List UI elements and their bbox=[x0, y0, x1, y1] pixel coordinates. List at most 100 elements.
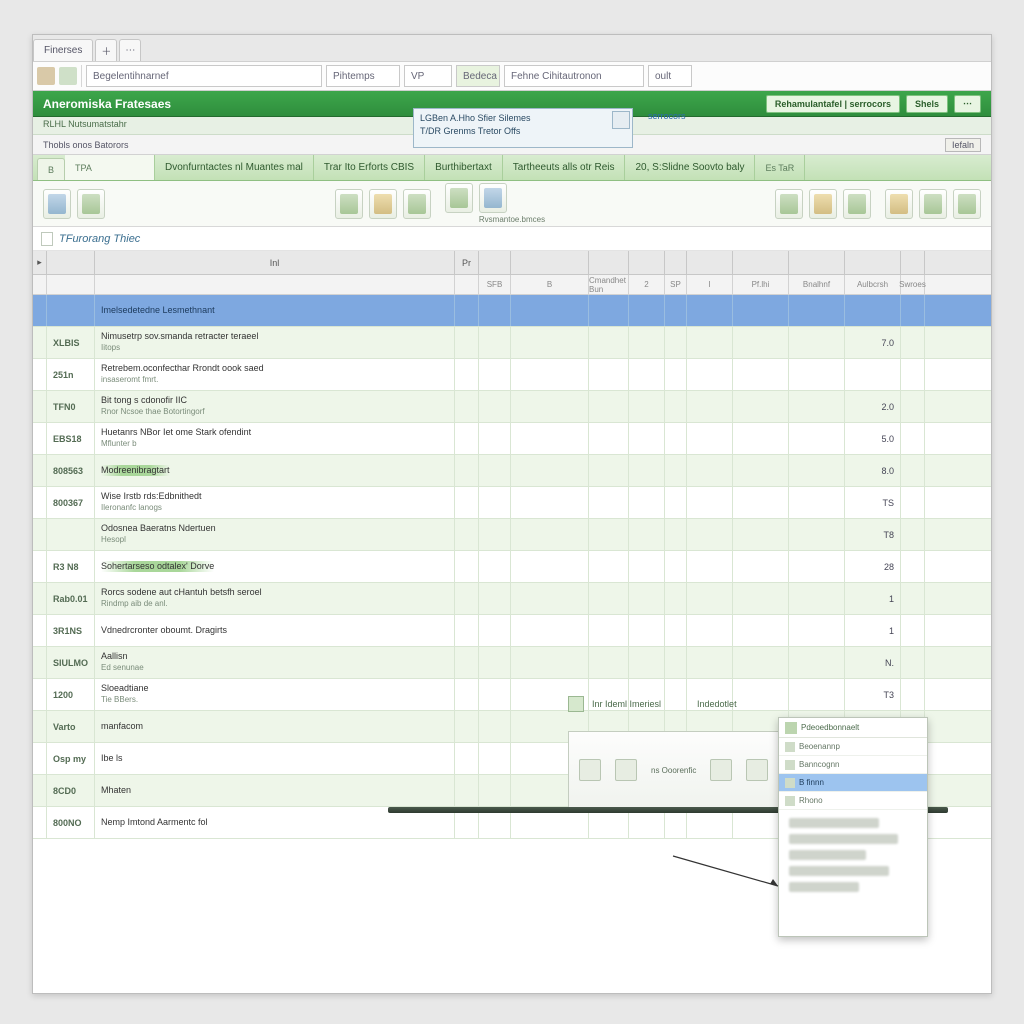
popup-top-bar: Inr Ideml Imeriesl Indedotlet bbox=[568, 691, 928, 717]
navtab-5[interactable]: 20, S:Slidne Soovto baly bbox=[625, 155, 755, 180]
row-expand-icon[interactable] bbox=[33, 775, 47, 806]
nav-icon-1[interactable] bbox=[37, 67, 55, 85]
row-expand-icon[interactable] bbox=[33, 391, 47, 422]
row-desc: Bit tong s cdonofir IICRnor Ncsoe thae B… bbox=[95, 391, 455, 422]
callout-icon[interactable] bbox=[612, 111, 630, 129]
nav-icon-2[interactable] bbox=[59, 67, 77, 85]
info-callout: LGBen A.Hho Sfier Silemes T/DR Grenms Tr… bbox=[413, 108, 633, 148]
navtab-1[interactable]: Dvonfurntactes nl Muantes mal bbox=[155, 155, 314, 180]
callout-link[interactable]: serrocors bbox=[648, 111, 686, 121]
ribbon-export-icon[interactable] bbox=[885, 189, 913, 219]
table-row[interactable]: SIULMOAallisnEd senunaeN. bbox=[33, 647, 991, 679]
table-row[interactable]: Imelsedetedne Lesmethnant bbox=[33, 295, 991, 327]
col-blank[interactable] bbox=[47, 251, 95, 274]
address-field[interactable]: Begelentihnarnef bbox=[86, 65, 322, 87]
table-row[interactable]: XLBISNimusetrp sov.smanda retracter tera… bbox=[33, 327, 991, 359]
row-value: 5.0 bbox=[845, 423, 901, 454]
ribbon-db-icon[interactable] bbox=[479, 183, 507, 213]
ribbon-book-icon[interactable] bbox=[445, 183, 473, 213]
row-expand-icon[interactable] bbox=[33, 551, 47, 582]
row-expand-icon[interactable] bbox=[33, 519, 47, 550]
col-12[interactable] bbox=[845, 251, 901, 274]
toolbar-btn-1[interactable]: Pihtemps bbox=[326, 65, 400, 87]
col-6[interactable] bbox=[589, 251, 629, 274]
navtab-3[interactable]: Burthibertaxt bbox=[425, 155, 503, 180]
table-row[interactable]: 3R1NSVdnedrcronter oboumt. Dragirts1 bbox=[33, 615, 991, 647]
col-8[interactable] bbox=[665, 251, 687, 274]
row-expand-icon[interactable] bbox=[33, 743, 47, 774]
col-5[interactable] bbox=[511, 251, 589, 274]
toolbar-btn-5[interactable]: oult bbox=[648, 65, 692, 87]
toolbar-btn-3[interactable]: Bedeca bbox=[456, 65, 500, 87]
navtab-6[interactable]: Es TaR bbox=[755, 155, 805, 180]
tab-new-icon[interactable]: ＋ bbox=[95, 39, 117, 61]
row-expand-icon[interactable] bbox=[33, 359, 47, 390]
row-expand-icon[interactable] bbox=[33, 295, 47, 326]
toolbar-btn-4[interactable]: Fehne Cihitautronon bbox=[504, 65, 644, 87]
subheader-2-button[interactable]: Iefaln bbox=[945, 138, 981, 152]
row-expand-icon[interactable] bbox=[33, 615, 47, 646]
navtab-0a[interactable]: B bbox=[37, 158, 65, 180]
row-expand-icon[interactable] bbox=[33, 423, 47, 454]
banner-share-button[interactable]: Shels bbox=[906, 95, 948, 113]
ribbon-doc-icon[interactable] bbox=[335, 189, 363, 219]
banner-more-button[interactable]: ⋯ bbox=[954, 95, 981, 113]
col-11[interactable] bbox=[789, 251, 845, 274]
navtab-4[interactable]: Tartheeuts alls otr Reis bbox=[503, 155, 626, 180]
table-row[interactable]: R3 N8Sohertarseso odtalex' Dorve28 bbox=[33, 551, 991, 583]
popup-item-1[interactable]: Banncognn bbox=[779, 756, 927, 774]
col-10[interactable] bbox=[733, 251, 789, 274]
popup-top-label-1: Inr Ideml Imeriesl bbox=[592, 699, 661, 709]
ribbon-list-icon[interactable] bbox=[775, 189, 803, 219]
popup-item-3[interactable]: Rhono bbox=[779, 792, 927, 810]
col-7[interactable] bbox=[629, 251, 665, 274]
row-expand-icon[interactable] bbox=[33, 679, 47, 710]
ribbon-print-icon[interactable] bbox=[919, 189, 947, 219]
table-row[interactable]: 251nRetrebem.oconfecthar Rrondt oook sae… bbox=[33, 359, 991, 391]
row-expand-icon[interactable] bbox=[33, 807, 47, 838]
row-expand-icon[interactable] bbox=[33, 327, 47, 358]
navtab-0b[interactable]: TPA bbox=[65, 155, 155, 180]
popup-item-0[interactable]: Beoenannp bbox=[779, 738, 927, 756]
popup-item-2[interactable]: B finnn bbox=[779, 774, 927, 792]
popup-body-icon-1[interactable] bbox=[579, 759, 601, 781]
tab-more-icon[interactable]: ⋯ bbox=[119, 39, 141, 61]
table-row[interactable]: EBS18Huetanrs NBor Iet ome Stark ofendin… bbox=[33, 423, 991, 455]
popup-body-icon-4[interactable] bbox=[746, 759, 768, 781]
row-id: R3 N8 bbox=[47, 551, 95, 582]
row-expand-icon[interactable] bbox=[33, 647, 47, 678]
table-row[interactable]: Odosnea Baeratns NdertuenHesoplT8 bbox=[33, 519, 991, 551]
ribbon-more-icon[interactable] bbox=[953, 189, 981, 219]
tab-main[interactable]: Finerses bbox=[33, 39, 93, 61]
table-row[interactable]: TFN0Bit tong s cdonofir IICRnor Ncsoe th… bbox=[33, 391, 991, 423]
ribbon-page-icon[interactable] bbox=[403, 189, 431, 219]
ribbon-chart-icon[interactable] bbox=[809, 189, 837, 219]
ribbon-folder-icon[interactable] bbox=[369, 189, 397, 219]
ribbon-db-label: Rvsmantoe.bmces bbox=[479, 215, 545, 224]
table-row[interactable]: 800367Wise Irstb rds:EdbnithedtIleronanf… bbox=[33, 487, 991, 519]
toolbar-btn-2[interactable]: VP bbox=[404, 65, 452, 87]
col-9[interactable] bbox=[687, 251, 733, 274]
popup-body-icon-3[interactable] bbox=[710, 759, 732, 781]
navtab-2[interactable]: Trar Ito Erforts CBIS bbox=[314, 155, 425, 180]
row-expand-icon[interactable] bbox=[33, 711, 47, 742]
ribbon-table-icon[interactable] bbox=[43, 189, 71, 219]
col-expand[interactable]: ▸ bbox=[33, 251, 47, 274]
col-13[interactable] bbox=[901, 251, 925, 274]
popup-body-icon-2[interactable] bbox=[615, 759, 637, 781]
col-4[interactable] bbox=[479, 251, 511, 274]
row-expand-icon[interactable] bbox=[33, 583, 47, 614]
col-inl[interactable]: Inl bbox=[95, 251, 455, 274]
row-expand-icon[interactable] bbox=[33, 487, 47, 518]
banner-link[interactable]: Rehamulantafel | serrocors bbox=[766, 95, 900, 113]
sub-b: B bbox=[511, 275, 589, 294]
table-row[interactable]: 808563Modreenibragtart8.0 bbox=[33, 455, 991, 487]
col-pr[interactable]: Pr bbox=[455, 251, 479, 274]
table-row[interactable]: Rab0.01Rorcs sodene aut cHantuh betsfh s… bbox=[33, 583, 991, 615]
row-desc: Imelsedetedne Lesmethnant bbox=[95, 295, 455, 326]
ribbon-sheet-icon[interactable] bbox=[77, 189, 105, 219]
row-expand-icon[interactable] bbox=[33, 455, 47, 486]
row-value: 2.0 bbox=[845, 391, 901, 422]
ribbon-report-icon[interactable] bbox=[843, 189, 871, 219]
row-desc: Ibe ls bbox=[95, 743, 455, 774]
